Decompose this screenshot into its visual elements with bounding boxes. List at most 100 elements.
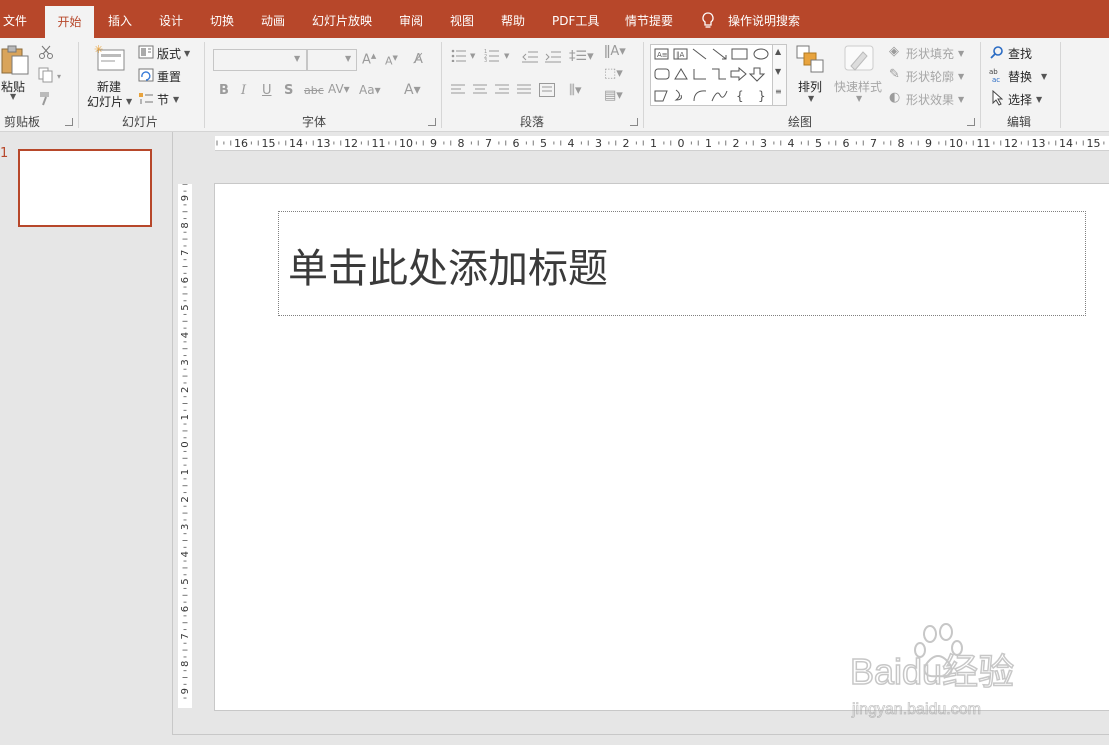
- clear-formatting-icon[interactable]: A̸: [414, 52, 423, 67]
- arrange-icon[interactable]: [795, 44, 825, 77]
- text-shadow-icon[interactable]: S: [284, 83, 293, 98]
- shape-effects-button[interactable]: 形状效果: [906, 91, 954, 108]
- numbering-icon[interactable]: 1 2 3 ▼: [484, 48, 512, 65]
- ruler-label: 2: [180, 387, 191, 393]
- chevron-down-icon[interactable]: ▼: [1036, 95, 1042, 104]
- decrease-indent-icon[interactable]: [522, 51, 538, 66]
- chevron-down-icon[interactable]: ▼: [1041, 72, 1047, 81]
- text-direction-icon[interactable]: ǁA▾: [604, 44, 626, 59]
- change-case-icon[interactable]: Aa▾: [359, 83, 381, 97]
- clipboard-launcher-icon[interactable]: [65, 118, 73, 126]
- select-button[interactable]: 选择: [1008, 91, 1032, 108]
- distributed-icon[interactable]: [539, 83, 555, 100]
- ruler-label: 1: [705, 137, 712, 150]
- columns-icon[interactable]: ⫼▾: [569, 83, 582, 98]
- new-slide-button[interactable]: 幻灯片: [87, 93, 123, 110]
- ruler-label: 5: [540, 137, 547, 150]
- tab-slideshow[interactable]: 幻灯片放映: [312, 0, 372, 38]
- reset-button[interactable]: 重置: [157, 68, 181, 85]
- character-spacing-icon[interactable]: AV▾: [328, 82, 350, 96]
- shape-effects-icon[interactable]: ◐: [889, 90, 900, 105]
- chevron-down-icon[interactable]: ▼: [126, 97, 132, 106]
- horizontal-ruler: 16 15 14 13 12 11 10 9 8 7 6 5 4 3 2 1 0 1 2 3 4 5 6 7 8 9 10 11 12 1…: [215, 136, 1109, 151]
- tab-storyboard[interactable]: 情节提要: [625, 0, 673, 38]
- tab-insert[interactable]: 插入: [108, 0, 132, 38]
- section-icon[interactable]: [138, 91, 154, 108]
- chevron-down-icon[interactable]: ▼: [958, 95, 964, 104]
- increase-indent-icon[interactable]: [545, 51, 561, 66]
- align-center-icon[interactable]: [473, 84, 487, 99]
- shape-fill-button[interactable]: 形状填充: [906, 45, 954, 62]
- font-launcher-icon[interactable]: [428, 118, 436, 126]
- tab-animations[interactable]: 动画: [261, 0, 285, 38]
- new-slide-icon[interactable]: ✳: [94, 43, 126, 76]
- reset-icon[interactable]: [138, 68, 154, 85]
- strikethrough-icon[interactable]: abc: [304, 84, 324, 97]
- format-painter-icon[interactable]: [38, 90, 54, 109]
- tell-me-search[interactable]: 操作说明搜索: [728, 0, 800, 38]
- find-button[interactable]: 查找: [1008, 45, 1032, 62]
- shrink-font-icon[interactable]: A▼: [385, 54, 398, 68]
- font-name-combo[interactable]: [213, 49, 307, 71]
- pen-icon[interactable]: ✎: [889, 67, 900, 82]
- justify-icon[interactable]: [517, 84, 531, 99]
- tab-design[interactable]: 设计: [159, 0, 183, 38]
- italic-icon[interactable]: I: [241, 83, 246, 98]
- smartart-icon[interactable]: ▤▾: [604, 88, 623, 103]
- shapes-gallery-scroll[interactable]: ▲ ▼ ≡: [772, 44, 787, 106]
- slide-thumbnail[interactable]: [18, 149, 152, 227]
- paragraph-launcher-icon[interactable]: [630, 118, 638, 126]
- shape-outline-button[interactable]: 形状轮廓: [906, 68, 954, 85]
- chevron-down-icon[interactable]: ▼: [958, 72, 964, 81]
- chevron-down-icon[interactable]: ▼: [856, 94, 862, 103]
- grow-font-icon[interactable]: A▲: [362, 52, 376, 67]
- gallery-more-icon[interactable]: ≡: [775, 87, 782, 96]
- tab-file[interactable]: 文件: [0, 0, 30, 38]
- chevron-down-icon[interactable]: ▼: [173, 95, 179, 104]
- paste-icon[interactable]: [0, 44, 30, 79]
- chevron-down-icon[interactable]: ▼: [808, 94, 814, 103]
- bold-icon[interactable]: B: [219, 83, 229, 98]
- tab-transitions[interactable]: 切换: [210, 0, 234, 38]
- tab-pdf-tools[interactable]: PDF工具: [552, 0, 599, 38]
- underline-icon[interactable]: U: [262, 83, 272, 98]
- chevron-down-icon[interactable]: ▼: [184, 49, 190, 58]
- paint-bucket-icon[interactable]: ◈: [889, 44, 899, 59]
- title-placeholder-text[interactable]: 单击此处添加标题: [288, 236, 608, 294]
- chevron-down-icon[interactable]: ▼: [10, 92, 16, 101]
- replace-button[interactable]: 替换: [1008, 68, 1032, 85]
- section-button[interactable]: 节: [157, 91, 169, 108]
- cut-icon[interactable]: [38, 44, 54, 63]
- align-left-icon[interactable]: [451, 84, 465, 99]
- chevron-down-icon[interactable]: ▼: [958, 49, 964, 58]
- chevron-down-icon[interactable]: ▼: [345, 54, 351, 63]
- scroll-down-icon[interactable]: ▼: [775, 67, 781, 76]
- copy-icon[interactable]: ▾: [38, 67, 64, 86]
- arrange-button[interactable]: 排列: [798, 78, 822, 95]
- line-spacing-icon[interactable]: ‡☰▾: [569, 49, 594, 64]
- tab-help[interactable]: 帮助: [501, 0, 525, 38]
- layout-button[interactable]: 版式: [157, 45, 181, 62]
- bullets-icon[interactable]: ▼: [451, 48, 477, 65]
- ruler-label: 4: [180, 551, 191, 557]
- tab-review[interactable]: 审阅: [399, 0, 423, 38]
- replace-icon[interactable]: ab ac: [989, 67, 1005, 86]
- font-color-icon[interactable]: A▾: [404, 82, 421, 98]
- quick-styles-icon[interactable]: [843, 44, 875, 79]
- search-icon[interactable]: [990, 45, 1004, 62]
- shapes-gallery[interactable]: A≡ ‖A { }: [650, 44, 774, 106]
- group-divider: [78, 42, 79, 128]
- align-right-icon[interactable]: [495, 84, 509, 99]
- align-text-icon[interactable]: ⬚▾: [604, 66, 623, 81]
- scroll-up-icon[interactable]: ▲: [775, 47, 781, 56]
- group-label-slides: 幻灯片: [122, 115, 159, 129]
- drawing-launcher-icon[interactable]: [967, 118, 975, 126]
- ruler-label: 6: [180, 277, 191, 283]
- quick-styles-button[interactable]: 快速样式: [834, 78, 882, 95]
- ruler-label: 3: [595, 137, 602, 150]
- layout-icon[interactable]: [138, 45, 154, 62]
- tab-view[interactable]: 视图: [450, 0, 474, 38]
- tab-home[interactable]: 开始: [45, 6, 94, 38]
- cursor-icon[interactable]: [991, 89, 1004, 109]
- chevron-down-icon[interactable]: ▼: [294, 54, 300, 63]
